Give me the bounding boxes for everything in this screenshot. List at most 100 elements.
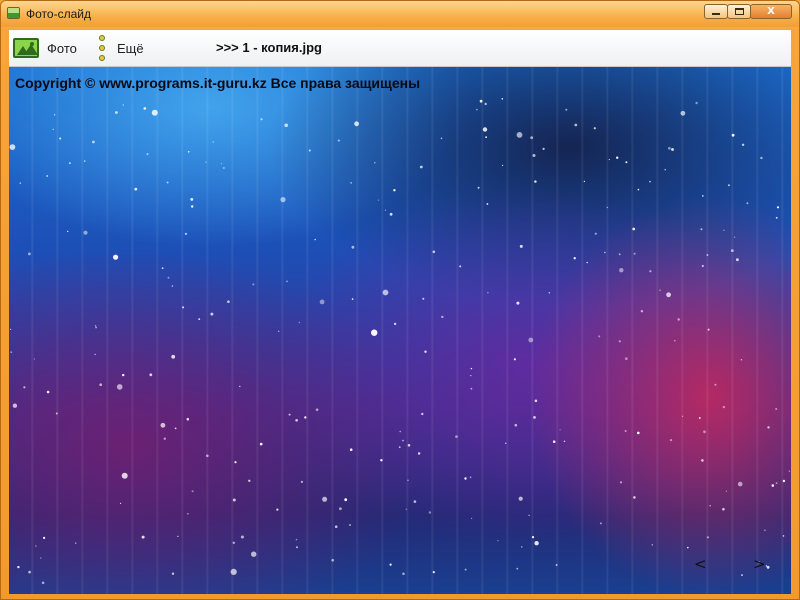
- star: [298, 321, 301, 324]
- star: [122, 104, 124, 106]
- star: [28, 252, 31, 256]
- star: [295, 538, 298, 541]
- star: [706, 536, 710, 539]
- star: [776, 206, 780, 209]
- star: [190, 198, 194, 201]
- star: [55, 412, 58, 415]
- star: [775, 216, 778, 219]
- star: [624, 430, 627, 432]
- star: [177, 535, 179, 537]
- star: [514, 423, 518, 427]
- star: [171, 285, 174, 287]
- star: [84, 160, 86, 162]
- star: [637, 188, 640, 191]
- star: [534, 180, 537, 183]
- star: [668, 146, 671, 150]
- star: [470, 374, 472, 377]
- star: [734, 236, 736, 238]
- star: [252, 283, 255, 286]
- star: [700, 228, 703, 231]
- star: [421, 412, 424, 416]
- star: [534, 399, 538, 403]
- star: [115, 111, 118, 114]
- star: [393, 189, 396, 192]
- star: [606, 206, 608, 209]
- star: [161, 267, 164, 269]
- star: [618, 253, 621, 256]
- star: [53, 114, 56, 116]
- star: [428, 511, 432, 514]
- star: [95, 326, 97, 329]
- star: [331, 558, 335, 562]
- star: [516, 301, 520, 305]
- star: [43, 536, 46, 539]
- minimize-button[interactable]: [704, 4, 728, 19]
- star: [788, 470, 791, 472]
- star: [441, 315, 444, 319]
- star: [46, 390, 50, 394]
- star: [470, 387, 473, 390]
- star: [542, 147, 545, 150]
- star: [477, 186, 480, 189]
- star: [220, 163, 223, 165]
- star: [212, 141, 214, 143]
- star: [594, 232, 597, 235]
- star: [230, 568, 237, 575]
- star: [198, 318, 201, 320]
- star: [389, 563, 392, 566]
- title-bar[interactable]: Фото-слайд X: [1, 1, 799, 27]
- star: [295, 419, 298, 422]
- star: [618, 340, 621, 343]
- star: [371, 329, 378, 336]
- star: [402, 572, 405, 576]
- star: [417, 452, 421, 455]
- star: [599, 522, 602, 525]
- star: [664, 169, 666, 171]
- star: [206, 454, 209, 458]
- star: [528, 514, 530, 516]
- star: [334, 525, 338, 528]
- close-button[interactable]: X: [750, 4, 792, 19]
- photo-viewer[interactable]: Copyright © www.programs.it-guru.kz Все …: [9, 67, 791, 594]
- star: [666, 292, 671, 298]
- star: [497, 540, 499, 542]
- star: [707, 328, 710, 331]
- more-button[interactable]: Ещё: [99, 33, 144, 63]
- star: [35, 545, 37, 547]
- star: [702, 195, 704, 197]
- star: [349, 448, 353, 452]
- photo-button[interactable]: Фото: [13, 37, 77, 59]
- star: [574, 123, 578, 127]
- next-photo-button[interactable]: >: [749, 553, 770, 575]
- star: [687, 546, 689, 549]
- star: [41, 581, 45, 585]
- star: [624, 357, 628, 360]
- maximize-button[interactable]: [727, 4, 751, 19]
- star: [232, 541, 235, 544]
- star: [174, 427, 177, 430]
- star: [722, 507, 725, 511]
- star: [619, 481, 623, 484]
- star: [46, 175, 49, 177]
- star: [374, 161, 376, 164]
- star: [775, 482, 778, 484]
- star: [625, 161, 628, 164]
- star: [251, 551, 257, 557]
- star: [532, 154, 536, 157]
- star: [141, 535, 145, 539]
- star: [563, 440, 566, 443]
- previous-photo-button[interactable]: <: [690, 553, 711, 575]
- star: [455, 435, 458, 438]
- star: [485, 136, 487, 138]
- star: [565, 108, 568, 111]
- star: [99, 383, 102, 387]
- star: [701, 264, 704, 268]
- star: [354, 121, 359, 127]
- star: [722, 405, 726, 409]
- star: [304, 416, 307, 419]
- star: [649, 270, 652, 273]
- star: [351, 245, 355, 249]
- star: [530, 136, 534, 140]
- photo-button-label: Фото: [47, 40, 77, 56]
- star: [380, 459, 383, 462]
